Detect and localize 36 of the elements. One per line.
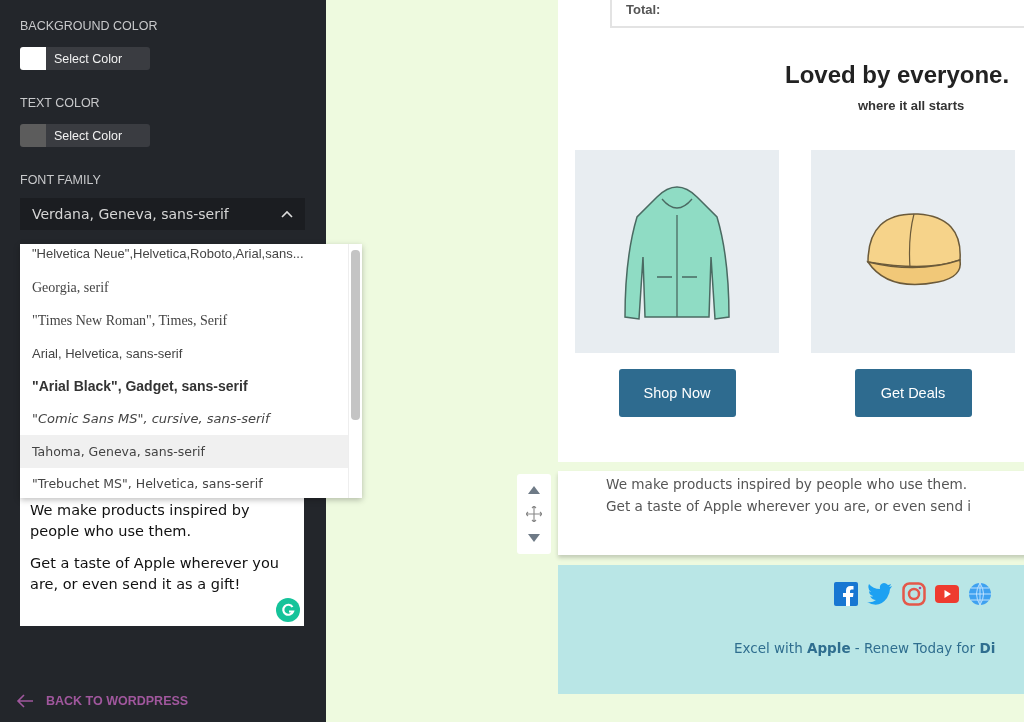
grammarly-icon[interactable] bbox=[276, 598, 300, 622]
body-text: We make products inspired by people who use them. bbox=[606, 475, 969, 494]
section-label: BACKGROUND COLOR bbox=[20, 19, 159, 33]
color-swatch[interactable] bbox=[20, 124, 46, 147]
chevron-icon bbox=[281, 210, 293, 218]
heading: Loved by everyone. bbox=[785, 61, 1011, 89]
block-move-controls[interactable] bbox=[517, 474, 551, 554]
instagram-icon[interactable] bbox=[902, 582, 926, 606]
font-option[interactable]: Arial, Helvetica, sans-serif bbox=[20, 337, 348, 370]
font-option[interactable]: "Arial Black", Gadget, sans-serif bbox=[20, 369, 348, 403]
font-option[interactable]: Georgia, serif bbox=[20, 272, 348, 305]
move-icon[interactable] bbox=[526, 506, 542, 522]
move-down-icon[interactable] bbox=[528, 534, 540, 542]
font-family-select[interactable]: Verdana, Geneva, sans-serif bbox=[20, 198, 305, 230]
select-color-button[interactable]: Select Color bbox=[46, 124, 150, 147]
product-button[interactable]: Get Deals bbox=[854, 369, 972, 417]
globe-icon[interactable] bbox=[968, 582, 992, 606]
back-arrow-icon bbox=[16, 694, 34, 708]
select-color-button[interactable]: Select Color bbox=[46, 47, 150, 70]
color-swatch[interactable] bbox=[20, 47, 46, 70]
font-option[interactable]: "Times New Roman", Times, Serif bbox=[20, 304, 348, 338]
font-option[interactable]: "Helvetica Neue",Helvetica,Roboto,Arial,sans... bbox=[20, 244, 348, 272]
youtube-icon[interactable] bbox=[935, 585, 959, 603]
product-button[interactable]: Shop Now bbox=[618, 369, 736, 417]
move-up-icon[interactable] bbox=[528, 486, 540, 494]
facebook-icon[interactable] bbox=[834, 582, 858, 606]
section-label: TEXT COLOR bbox=[20, 96, 101, 110]
subheading: where it all starts bbox=[858, 98, 966, 113]
footer-text: Excel with Apple - Renew Today for Di bbox=[734, 640, 997, 656]
section-label: FONT FAMILY bbox=[20, 173, 102, 187]
twitter-icon[interactable] bbox=[867, 583, 893, 605]
total-label: Total: bbox=[626, 2, 661, 17]
font-option[interactable]: "Comic Sans MS", cursive, sans-serif bbox=[20, 402, 348, 435]
font-option[interactable]: Tahoma, Geneva, sans-serif bbox=[20, 434, 348, 468]
font-option[interactable]: "Trebuchet MS", Helvetica, sans-serif bbox=[20, 467, 348, 498]
body-text: Get a taste of Apple wherever you are, or even send i bbox=[606, 497, 973, 516]
